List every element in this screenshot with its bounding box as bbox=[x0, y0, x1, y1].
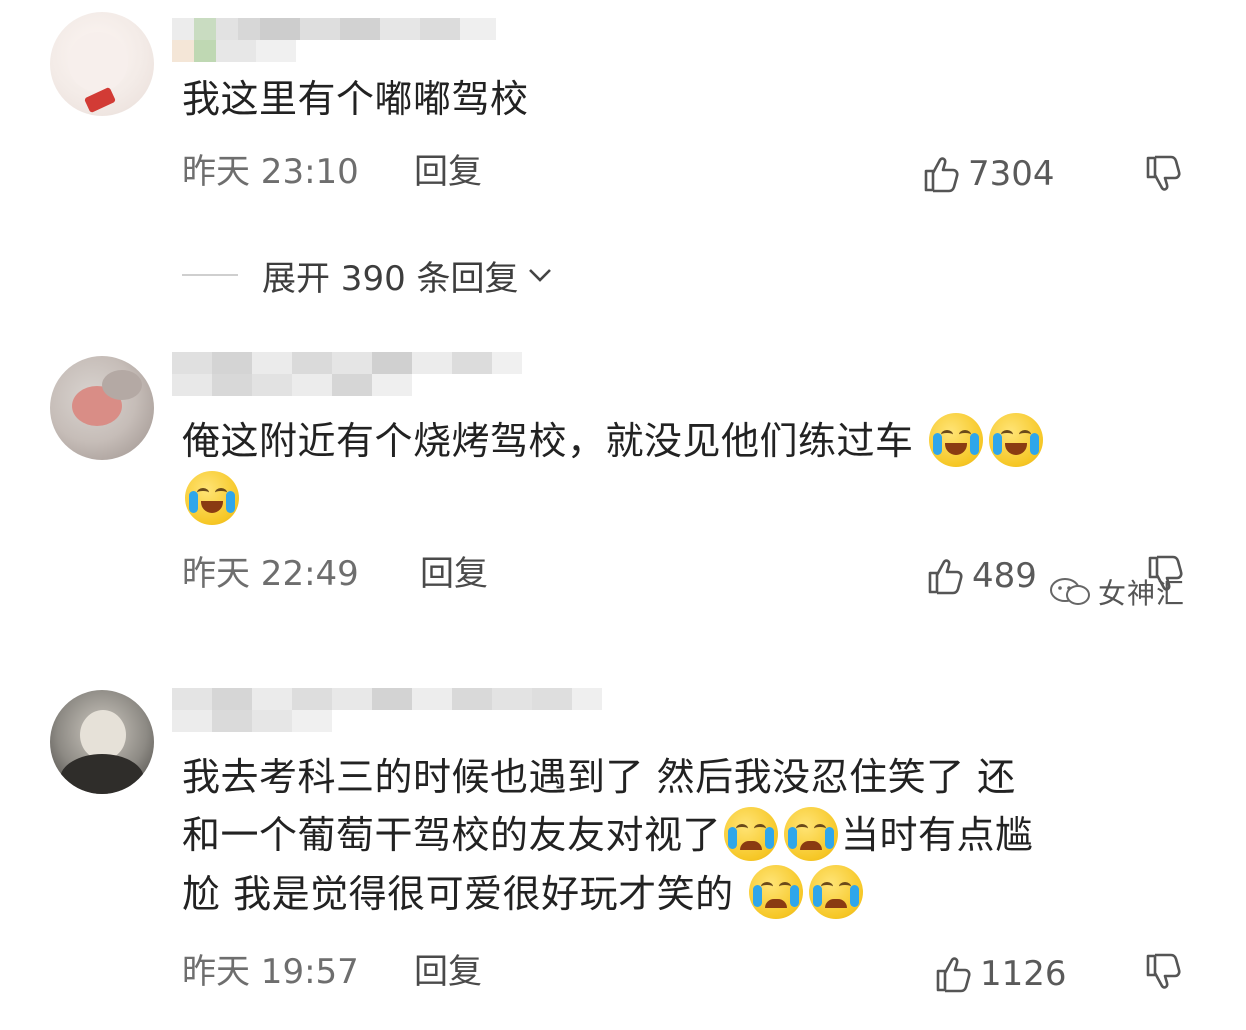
username-blurred[interactable] bbox=[172, 688, 602, 710]
like-button[interactable]: 1126 bbox=[934, 952, 1067, 996]
crying-emoji bbox=[809, 865, 864, 919]
thumbs-down-icon[interactable] bbox=[1144, 952, 1184, 992]
username-blurred-row2 bbox=[172, 40, 296, 62]
comment-text-line: 和一个葡萄干驾校的友友对视了 bbox=[182, 813, 722, 857]
comment-time: 昨天 23:10 bbox=[182, 152, 359, 192]
wechat-icon bbox=[1050, 578, 1090, 605]
watermark-text: 女神汇 bbox=[1098, 577, 1186, 610]
watermark: 女神汇 bbox=[1048, 572, 1185, 612]
comment-text-line: 当时有点尴 bbox=[841, 813, 1034, 857]
like-count: 489 bbox=[972, 556, 1037, 596]
expand-replies-button[interactable]: 展开 390 条回复 bbox=[182, 252, 555, 299]
like-count: 1126 bbox=[980, 954, 1067, 994]
laughing-tears-emoji bbox=[185, 471, 239, 525]
thumbs-up-icon bbox=[928, 559, 963, 595]
chevron-down-icon bbox=[528, 269, 551, 282]
thumbs-up-icon bbox=[924, 157, 959, 193]
comment-time: 昨天 22:49 bbox=[182, 554, 359, 594]
avatar[interactable] bbox=[50, 690, 154, 794]
reply-button[interactable]: 回复 bbox=[420, 552, 488, 596]
laughing-tears-emoji bbox=[929, 412, 984, 467]
comment-text: 我去考科三的时候也遇到了 然后我没忍住笑了 还 和一个葡萄干驾校的友友对视了 当时… bbox=[182, 748, 1176, 923]
expand-replies-label: 展开 390 条回复 bbox=[262, 258, 519, 299]
avatar[interactable] bbox=[50, 12, 154, 116]
reply-button[interactable]: 回复 bbox=[414, 950, 482, 994]
reply-button[interactable]: 回复 bbox=[414, 150, 482, 194]
avatar[interactable] bbox=[50, 356, 154, 460]
crying-emoji bbox=[724, 806, 779, 861]
username-blurred-row2 bbox=[172, 374, 412, 396]
crying-emoji bbox=[784, 806, 839, 861]
comment-text-line: 尬 我是觉得很可爱很好玩才笑的 bbox=[182, 871, 734, 916]
comment-text-content: 俺这附近有个烧烤驾校，就没见他们练过车 bbox=[182, 419, 914, 463]
comment-text: 我这里有个嘟嘟驾校 bbox=[182, 77, 529, 121]
like-button[interactable]: 489 bbox=[926, 554, 1037, 598]
username-blurred[interactable] bbox=[172, 352, 522, 374]
comment-text-line: 我去考科三的时候也遇到了 然后我没忍住笑了 还 bbox=[182, 755, 1016, 799]
divider bbox=[182, 274, 238, 276]
thumbs-up-icon bbox=[936, 957, 971, 993]
like-button[interactable]: 7304 bbox=[922, 152, 1055, 196]
comment-time: 昨天 19:57 bbox=[182, 952, 359, 992]
comment-text: 俺这附近有个烧烤驾校，就没见他们练过车 bbox=[182, 412, 1176, 529]
like-count: 7304 bbox=[968, 154, 1055, 194]
laughing-tears-emoji bbox=[989, 412, 1044, 467]
thumbs-down-icon[interactable] bbox=[1144, 154, 1184, 194]
crying-emoji bbox=[749, 865, 804, 919]
username-blurred[interactable] bbox=[172, 18, 496, 40]
username-blurred-row2 bbox=[172, 710, 332, 732]
